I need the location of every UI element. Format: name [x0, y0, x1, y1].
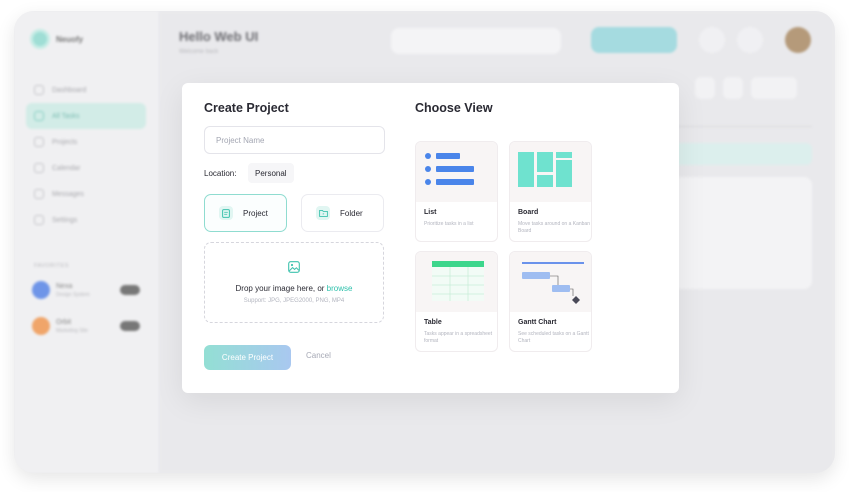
- add-project-button[interactable]: [591, 27, 677, 53]
- view-name: Board: [518, 209, 539, 216]
- project-type-button[interactable]: Project: [204, 194, 287, 232]
- favorites-title: FAVORITES: [34, 263, 69, 269]
- page-subtitle: Welcome back: [179, 49, 219, 55]
- calendar-icon: [34, 163, 44, 173]
- member-avatars: [120, 285, 140, 295]
- folder-type-button[interactable]: Folder: [301, 194, 384, 232]
- view-description: See scheduled tasks on a Gantt Chart: [518, 331, 589, 344]
- favorite-avatar: [32, 281, 50, 299]
- board-column: [672, 115, 812, 375]
- logo-icon: [30, 29, 50, 49]
- drop-support-text: Support: JPG, JPEG2000, PNG, MP4: [243, 298, 345, 304]
- location-label: Location:: [204, 169, 237, 178]
- member-avatars: [120, 321, 140, 331]
- project-type-label: Project: [243, 208, 268, 218]
- view-description: Tasks appear in a spreadsheet format: [424, 331, 493, 344]
- board-view-icon: [510, 142, 591, 202]
- filter-icon[interactable]: [695, 77, 715, 99]
- choose-view-title: Choose View: [415, 101, 493, 115]
- favorite-item[interactable]: Nexa Design System: [32, 281, 140, 299]
- image-dropzone[interactable]: Drop your image here, or browse Support:…: [204, 242, 384, 323]
- sidebar-item-settings[interactable]: Settings: [26, 207, 146, 233]
- cancel-button[interactable]: Cancel: [306, 351, 331, 360]
- favorite-item[interactable]: Orbit Marketing Site: [32, 317, 140, 335]
- view-description: Prioritize tasks in a list: [424, 221, 474, 227]
- sidebar-item-calendar[interactable]: Calendar: [26, 155, 146, 181]
- tasks-icon: [34, 111, 44, 121]
- list-view-icon: [416, 142, 497, 202]
- modal-title: Create Project: [204, 101, 289, 115]
- bell-icon[interactable]: [737, 27, 763, 53]
- sidebar-item-dashboard[interactable]: Dashboard: [26, 77, 146, 103]
- share-button[interactable]: [751, 77, 797, 99]
- favorite-avatar: [32, 317, 50, 335]
- project-name-input[interactable]: [204, 126, 385, 154]
- avatar[interactable]: [785, 27, 811, 53]
- sidebar-item-projects[interactable]: Projects: [26, 129, 146, 155]
- new-task-button[interactable]: [672, 143, 812, 165]
- table-view-icon: [416, 252, 497, 312]
- browse-link[interactable]: browse: [327, 284, 353, 293]
- view-name: Table: [424, 319, 442, 326]
- view-name: List: [424, 209, 437, 216]
- image-icon: [288, 261, 300, 273]
- notification-icon[interactable]: [699, 27, 725, 53]
- settings-icon: [34, 215, 44, 225]
- search-input[interactable]: [391, 28, 561, 54]
- view-description: Move tasks around on a Kanban Board: [518, 221, 590, 234]
- view-option-table[interactable]: Table Tasks appear in a spreadsheet form…: [415, 251, 498, 352]
- drop-text: Drop your image here, or: [235, 284, 327, 293]
- view-option-list[interactable]: List Prioritize tasks in a list: [415, 141, 498, 242]
- location-select[interactable]: Personal: [248, 163, 294, 183]
- sidebar-item-messages[interactable]: Messages: [26, 181, 146, 207]
- dashboard-icon: [34, 85, 44, 95]
- task-card[interactable]: [672, 177, 812, 289]
- document-icon: [219, 206, 233, 220]
- app-name: Neuofy: [56, 35, 84, 44]
- view-name: Gantt Chart: [518, 319, 557, 326]
- folder-icon: [316, 206, 330, 220]
- view-option-gantt-chart[interactable]: Gantt Chart See scheduled tasks on a Gan…: [509, 251, 592, 352]
- sidebar: Neuofy Dashboard All Tasks Projects Cale…: [14, 11, 159, 473]
- history-icon[interactable]: [723, 77, 743, 99]
- view-option-board[interactable]: Board Move tasks around on a Kanban Boar…: [509, 141, 592, 242]
- view-toolbar: [695, 77, 797, 99]
- gantt-view-icon: [510, 252, 591, 312]
- page-title: Hello Web UI: [179, 29, 259, 44]
- messages-icon: [34, 189, 44, 199]
- projects-icon: [34, 137, 44, 147]
- create-project-button[interactable]: Create Project: [204, 345, 291, 370]
- sidebar-nav: Dashboard All Tasks Projects Calendar Me…: [26, 77, 146, 233]
- create-project-modal: Create Project Location: Personal Projec…: [182, 83, 679, 393]
- folder-type-label: Folder: [340, 208, 363, 218]
- sidebar-item-all-tasks[interactable]: All Tasks: [26, 103, 146, 129]
